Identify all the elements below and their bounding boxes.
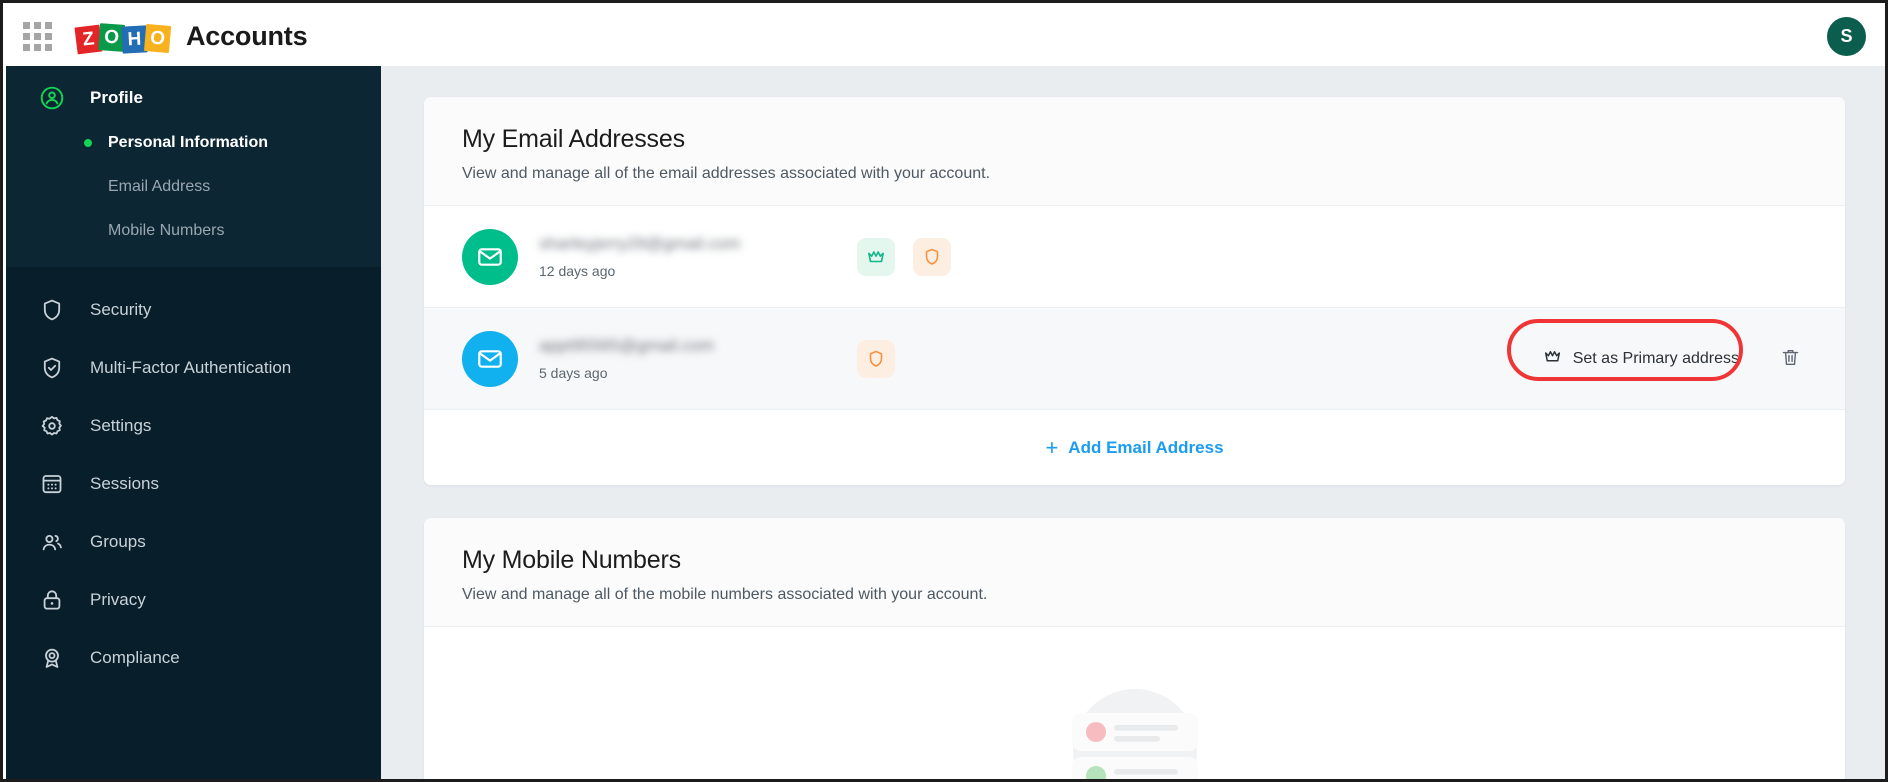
email-addresses-card: My Email Addresses View and manage all o… [424, 97, 1845, 485]
sidebar-item-security[interactable]: Security [6, 281, 381, 339]
sidebar-item-label-groups: Groups [90, 532, 146, 551]
sidebar-item-mobile-numbers[interactable]: Mobile Numbers [6, 209, 381, 253]
plus-icon: + [1045, 434, 1059, 460]
user-circle-icon [38, 84, 66, 112]
sidebar-item-groups[interactable]: Groups [6, 513, 381, 571]
row-actions: Set as Primary address [1506, 318, 1807, 381]
shield-icon [38, 296, 66, 324]
sidebar-profile-section: Profile Personal Information Email Addre… [6, 66, 381, 267]
bullet-icon [84, 227, 92, 235]
sidebar-item-email-address[interactable]: Email Address [6, 165, 381, 209]
email-address-text: sharleyjerry29@gmail.com [539, 234, 741, 253]
add-email-row: + Add Email Address [424, 409, 1845, 485]
verified-shield-badge [913, 237, 951, 276]
empty-state-illustration-icon [1040, 655, 1230, 779]
sidebar-item-multi-factor-authentication[interactable]: Multi-Factor Authentication [6, 339, 381, 397]
mobile-numbers-card: My Mobile Numbers View and manage all of… [424, 518, 1845, 779]
sidebar-item-personal-information[interactable]: Personal Information [6, 121, 381, 165]
main-content: My Email Addresses View and manage all o… [381, 66, 1885, 779]
lock-icon [38, 586, 66, 614]
mobile-card-title: My Mobile Numbers [462, 546, 681, 574]
zoho-logo[interactable]: Z O H O [74, 19, 172, 55]
sidebar-item-profile[interactable]: Profile [6, 74, 381, 121]
sidebar-item-compliance[interactable]: Compliance [6, 629, 381, 687]
mobile-empty-state [424, 626, 1845, 779]
top-header-bar: Z O H O Accounts S [6, 6, 1885, 66]
active-dot-icon [84, 139, 92, 147]
sidebar-item-sessions[interactable]: Sessions [6, 455, 381, 513]
table-row[interactable]: appt95565@gmail.com 5 days ago Set as Pr… [424, 307, 1845, 409]
sidebar-sub-label-personal-information: Personal Information [108, 134, 269, 151]
sessions-grid-icon [38, 470, 66, 498]
email-timestamp: 5 days ago [539, 365, 608, 381]
sidebar-item-label-sessions: Sessions [90, 474, 159, 493]
sidebar-item-label-compliance: Compliance [90, 648, 180, 667]
status-badges [857, 237, 1057, 276]
table-row[interactable]: sharleyjerry29@gmail.com 12 days ago [424, 205, 1845, 307]
email-timestamp: 12 days ago [539, 263, 616, 279]
sidebar-item-label-settings: Settings [90, 416, 152, 435]
email-info: sharleyjerry29@gmail.com 12 days ago [539, 234, 857, 279]
crown-icon [1543, 347, 1562, 371]
sidebar-item-label-multi-factor-authentication: Multi-Factor Authentication [90, 358, 292, 377]
page-title: Accounts [186, 20, 308, 51]
people-icon [38, 528, 66, 556]
status-badges [857, 339, 1057, 378]
email-address-text: appt95565@gmail.com [539, 336, 715, 355]
gear-icon [38, 412, 66, 440]
sidebar-item-label-security: Security [90, 300, 152, 319]
primary-crown-badge [857, 237, 895, 276]
sidebar-item-privacy[interactable]: Privacy [6, 571, 381, 629]
apps-grid-icon[interactable] [22, 21, 52, 51]
delete-email-button[interactable] [1774, 341, 1807, 377]
sidebar-sub-label-mobile-numbers: Mobile Numbers [108, 222, 225, 239]
email-card-title: My Email Addresses [462, 125, 685, 153]
email-envelope-icon [462, 330, 518, 387]
sidebar-item-label-profile: Profile [90, 87, 143, 107]
sidebar-item-label-privacy: Privacy [90, 590, 146, 609]
trash-icon [1780, 347, 1801, 371]
bullet-icon [84, 183, 92, 191]
sidebar: Profile Personal Information Email Addre… [6, 66, 381, 779]
logo-tile-o2: O [143, 23, 172, 54]
email-envelope-icon [462, 228, 518, 285]
sidebar-sub-label-email-address: Email Address [108, 178, 211, 195]
avatar[interactable]: S [1827, 17, 1866, 56]
sidebar-item-settings[interactable]: Settings [6, 397, 381, 455]
email-card-subtitle: View and manage all of the email address… [462, 165, 991, 182]
set-as-primary-label: Set as Primary address [1572, 349, 1739, 367]
app-window: Z O H O Accounts S Profile Personal Info… [0, 0, 1888, 782]
mobile-card-subtitle: View and manage all of the mobile number… [462, 586, 988, 603]
add-email-address-button[interactable]: + Add Email Address [1045, 434, 1224, 460]
add-email-address-label: Add Email Address [1068, 437, 1224, 457]
mobile-card-header: My Mobile Numbers View and manage all of… [424, 518, 1845, 626]
set-as-primary-button[interactable]: Set as Primary address [1526, 338, 1756, 380]
shield-check-icon [38, 354, 66, 382]
verified-shield-badge [857, 339, 895, 378]
award-badge-icon [38, 644, 66, 672]
sidebar-nav-list: Security Multi-Factor Authentication Set… [6, 267, 381, 687]
email-info: appt95565@gmail.com 5 days ago [539, 336, 857, 381]
email-card-header: My Email Addresses View and manage all o… [424, 97, 1845, 205]
